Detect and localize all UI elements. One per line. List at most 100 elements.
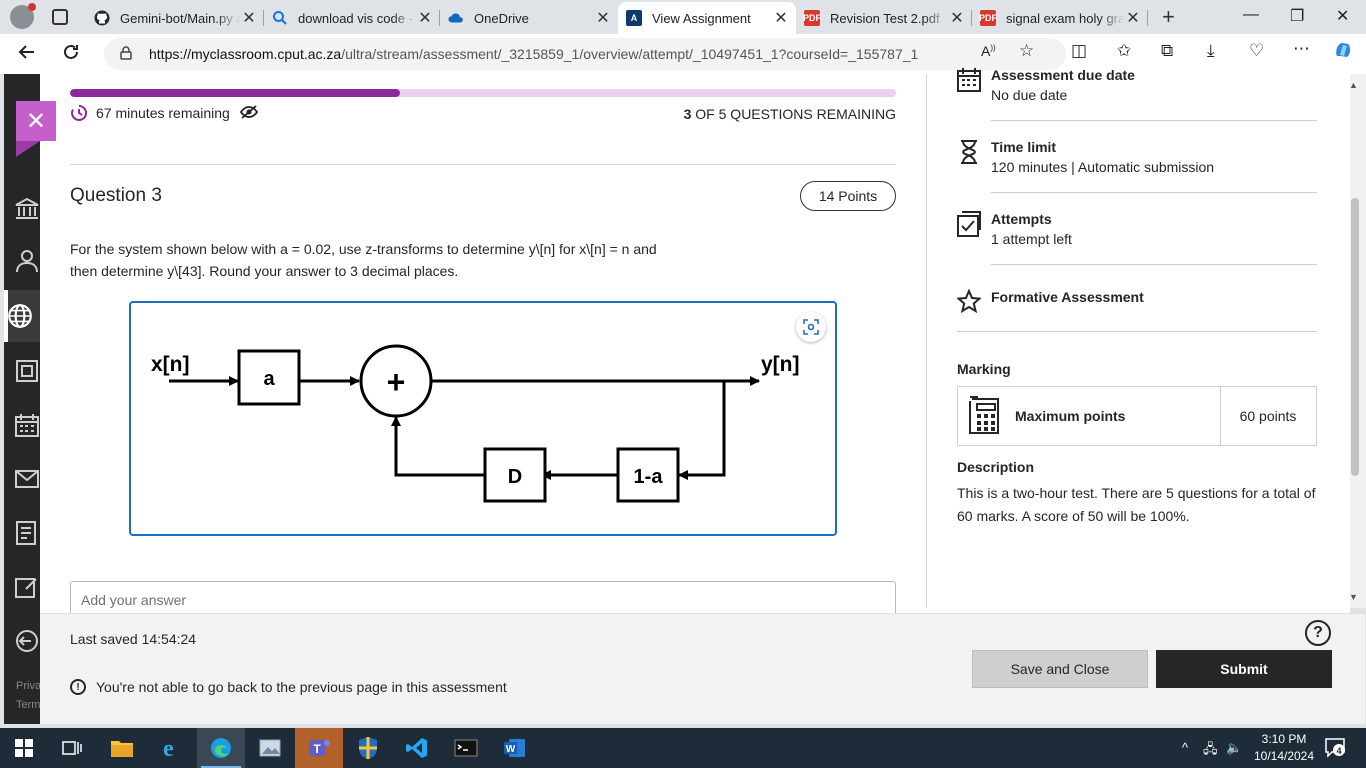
tab-view-assignment[interactable]: A View Assignment ✕: [618, 2, 796, 34]
submit-button[interactable]: Submit: [1156, 650, 1332, 688]
divider: [70, 164, 896, 165]
close-tab-icon[interactable]: ✕: [772, 8, 790, 28]
attempts-value: 1 attempt left: [991, 231, 1072, 247]
new-tab-button[interactable]: +: [1162, 4, 1175, 30]
start-button[interactable]: [0, 728, 48, 768]
messages-icon[interactable]: [14, 466, 40, 492]
favorite-star-icon[interactable]: ☆: [1019, 41, 1034, 61]
close-window-button[interactable]: ✕: [1336, 6, 1349, 26]
task-view-icon: [62, 741, 82, 755]
sum-symbol: +: [387, 364, 406, 400]
github-icon: [94, 10, 110, 26]
security-button[interactable]: [344, 728, 392, 768]
read-aloud-icon[interactable]: A)): [981, 43, 996, 59]
due-date-title: Assessment due date: [991, 67, 1135, 83]
activity-globe-icon[interactable]: [4, 290, 40, 342]
svg-text:e: e: [163, 736, 174, 760]
tab-actions-icon[interactable]: [52, 9, 68, 25]
edge-icon: [211, 738, 231, 758]
save-and-close-button[interactable]: Save and Close: [972, 650, 1148, 688]
edge-button[interactable]: [197, 728, 245, 768]
favorites-icon[interactable]: ✩: [1117, 41, 1131, 61]
marking-title: Marking: [957, 361, 1011, 377]
block-diagram: x[n] a + y[n] 1-a D: [129, 301, 837, 536]
pdf-icon: PDF: [803, 10, 821, 26]
back-button[interactable]: [18, 43, 36, 66]
tab-title: Gemini-bot/Main.py at: [120, 10, 240, 26]
collections-icon[interactable]: ⧉: [1161, 41, 1173, 61]
time-remaining: 67 minutes remaining: [96, 105, 230, 121]
profile-avatar[interactable]: [10, 3, 36, 29]
tab-gemini-bot[interactable]: Gemini-bot/Main.py at ✕: [86, 2, 264, 34]
svg-text:W: W: [506, 744, 516, 755]
minimize-window-button[interactable]: —: [1243, 6, 1259, 24]
teams-button[interactable]: T: [295, 728, 343, 768]
shield-icon: [359, 737, 377, 759]
notifications-button[interactable]: 4: [1324, 736, 1346, 761]
close-tab-icon[interactable]: ✕: [240, 8, 258, 28]
sign-out-icon[interactable]: [14, 628, 40, 654]
divider: [991, 264, 1317, 265]
divider: [991, 120, 1317, 121]
courses-icon[interactable]: [14, 358, 40, 384]
network-icon[interactable]: 🖧: [1203, 740, 1218, 762]
close-tab-icon[interactable]: ✕: [948, 8, 966, 28]
terms-link[interactable]: Term: [16, 699, 40, 711]
clock[interactable]: 3:10 PM 10/14/2024: [1242, 731, 1326, 765]
tools-icon[interactable]: [14, 574, 40, 600]
tab-signal-exam[interactable]: PDF signal exam holy grail ✕: [972, 2, 1148, 34]
calendar-icon: [957, 68, 981, 92]
hourglass-icon: [961, 140, 977, 164]
time-limit-value: 120 minutes | Automatic submission: [991, 159, 1215, 175]
feedback-block-label: 1-a: [634, 466, 664, 488]
marking-table: Maximum points 60 points: [957, 386, 1317, 446]
clock-time: 3:10 PM: [1261, 732, 1307, 746]
split-screen-icon[interactable]: ◫: [1071, 41, 1087, 61]
institution-icon[interactable]: [14, 196, 40, 222]
help-button[interactable]: ?: [1305, 620, 1331, 646]
clock-date: 10/14/2024: [1253, 749, 1315, 763]
scrollbar-thumb[interactable]: [1351, 198, 1359, 476]
more-options-icon[interactable]: ⋯: [1293, 39, 1310, 59]
formative-title: Formative Assessment: [991, 289, 1144, 305]
progress-bar-fill: [70, 89, 401, 97]
close-tab-icon[interactable]: ✕: [416, 8, 434, 28]
internet-explorer-button[interactable]: e: [148, 728, 196, 768]
folder-icon: [111, 741, 133, 757]
grades-icon[interactable]: [14, 520, 40, 546]
max-points-label: Maximum points: [1015, 408, 1126, 424]
description-title: Description: [957, 459, 1035, 475]
file-explorer-button[interactable]: [98, 728, 146, 768]
volume-icon[interactable]: 🔈: [1226, 740, 1242, 756]
refresh-button[interactable]: [62, 43, 80, 66]
close-tab-icon[interactable]: ✕: [594, 8, 612, 28]
address-bar[interactable]: https://myclassroom.cput.ac.za/ultra/str…: [104, 38, 1066, 70]
expand-image-button[interactable]: [796, 312, 826, 342]
profile-icon[interactable]: [14, 248, 40, 274]
show-hidden-icons-button[interactable]: ^: [1182, 740, 1188, 755]
task-view-button[interactable]: [48, 728, 96, 768]
restore-window-button[interactable]: ❐: [1290, 6, 1304, 26]
close-assessment-button[interactable]: ✕: [16, 101, 56, 157]
tab-onedrive[interactable]: OneDrive ✕: [440, 2, 618, 34]
terminal-button[interactable]: [442, 728, 490, 768]
browser-essentials-icon[interactable]: ♡: [1249, 41, 1264, 61]
vscode-button[interactable]: [393, 728, 441, 768]
navigation-warning: ! You're not able to go back to the prev…: [70, 679, 507, 695]
close-tab-icon[interactable]: ✕: [1124, 8, 1142, 28]
photos-app-button[interactable]: [246, 728, 294, 768]
word-button[interactable]: W: [491, 728, 539, 768]
privacy-link[interactable]: Priva: [16, 680, 40, 692]
photos-icon: [259, 739, 281, 757]
tab-revision-test[interactable]: PDF Revision Test 2.pdf ✕: [796, 2, 972, 34]
calendar-icon[interactable]: [14, 412, 40, 438]
tab-download-vis-code[interactable]: download vis code - Se ✕: [264, 2, 440, 34]
downloads-icon[interactable]: ⤓: [1207, 41, 1215, 61]
due-date-value: No due date: [991, 87, 1068, 103]
copilot-icon[interactable]: [1333, 40, 1353, 65]
scroll-up-arrow-icon[interactable]: ▲: [1349, 80, 1358, 90]
teams-icon: T: [309, 740, 330, 756]
notification-center-icon: 4: [1325, 738, 1345, 758]
hide-timer-icon[interactable]: [239, 104, 258, 122]
scroll-down-arrow-icon[interactable]: ▼: [1349, 592, 1358, 602]
